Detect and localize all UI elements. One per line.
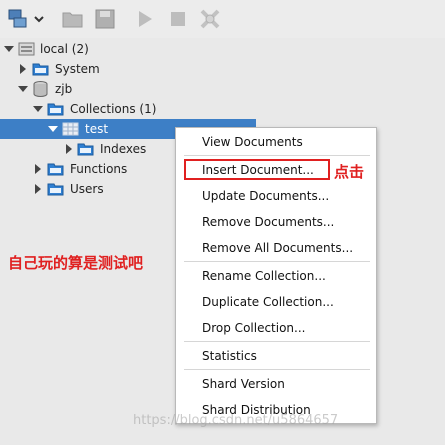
expanded-arrow-icon[interactable] [33, 104, 43, 114]
folder-icon [47, 103, 64, 116]
folder-icon [77, 143, 94, 156]
menu-separator [184, 341, 370, 342]
tree-node-local[interactable]: local (2) [0, 39, 256, 59]
menu-separator [184, 261, 370, 262]
explain-button[interactable] [197, 6, 223, 32]
menu-item-remove-documents[interactable]: Remove Documents... [202, 215, 334, 229]
tree-label-system: System [55, 62, 100, 76]
save-icon [95, 9, 115, 29]
folder-icon [47, 163, 64, 176]
menu-item-remove-all-documents[interactable]: Remove All Documents... [202, 241, 353, 255]
menu-item-duplicate-collection[interactable]: Duplicate Collection... [202, 295, 334, 309]
collapsed-arrow-icon[interactable] [33, 164, 43, 174]
collection-table-icon [62, 122, 79, 136]
menu-separator [184, 369, 370, 370]
connect-dropdown-button[interactable] [32, 6, 46, 32]
menu-item-drop-collection[interactable]: Drop Collection... [202, 321, 305, 335]
menu-item-view-documents[interactable]: View Documents [202, 135, 303, 149]
expanded-arrow-icon[interactable] [4, 44, 14, 54]
folder-icon [47, 183, 64, 196]
tree-node-zjb[interactable]: zjb [0, 79, 256, 99]
tree-label-indexes: Indexes [100, 142, 147, 156]
side-annotation: 自己玩的算是测试吧 [8, 254, 144, 272]
menu-item-rename-collection[interactable]: Rename Collection... [202, 269, 326, 283]
tree-label-test: test [85, 122, 109, 136]
tree-label-local: local (2) [40, 42, 89, 56]
insert-document-highlight-box [184, 159, 330, 180]
expanded-arrow-icon[interactable] [18, 84, 28, 94]
run-icon [139, 11, 152, 27]
chevron-down-icon [34, 16, 44, 23]
menu-item-shard-version[interactable]: Shard Version [202, 377, 285, 391]
watermark: https://blog.csdn.net/u5864657 [133, 413, 339, 428]
connect-button[interactable] [6, 6, 32, 32]
save-button[interactable] [92, 6, 118, 32]
run-button[interactable] [132, 6, 158, 32]
tree-node-system[interactable]: System [0, 59, 256, 79]
menu-separator [184, 155, 370, 156]
server-icon [18, 42, 35, 56]
menu-item-statistics[interactable]: Statistics [202, 349, 257, 363]
explain-icon [200, 9, 220, 29]
open-folder-icon [62, 12, 83, 28]
folder-icon [32, 63, 49, 76]
collapsed-arrow-icon[interactable] [18, 64, 28, 74]
connect-icon [8, 9, 27, 28]
expanded-arrow-icon[interactable] [48, 124, 58, 134]
tree-label-functions: Functions [70, 162, 128, 176]
collapsed-arrow-icon[interactable] [33, 184, 43, 194]
open-button[interactable] [60, 6, 86, 32]
click-annotation: 点击 [334, 163, 365, 181]
tree-label-zjb: zjb [55, 82, 73, 96]
tree-label-users: Users [70, 182, 104, 196]
tree-node-collections[interactable]: Collections (1) [0, 99, 256, 119]
stop-icon [171, 12, 185, 26]
stop-button[interactable] [165, 6, 191, 32]
database-icon [33, 81, 48, 97]
tree-label-collections: Collections (1) [70, 102, 157, 116]
collapsed-arrow-icon[interactable] [64, 144, 74, 154]
menu-item-update-documents[interactable]: Update Documents... [202, 189, 329, 203]
toolbar [0, 0, 445, 38]
